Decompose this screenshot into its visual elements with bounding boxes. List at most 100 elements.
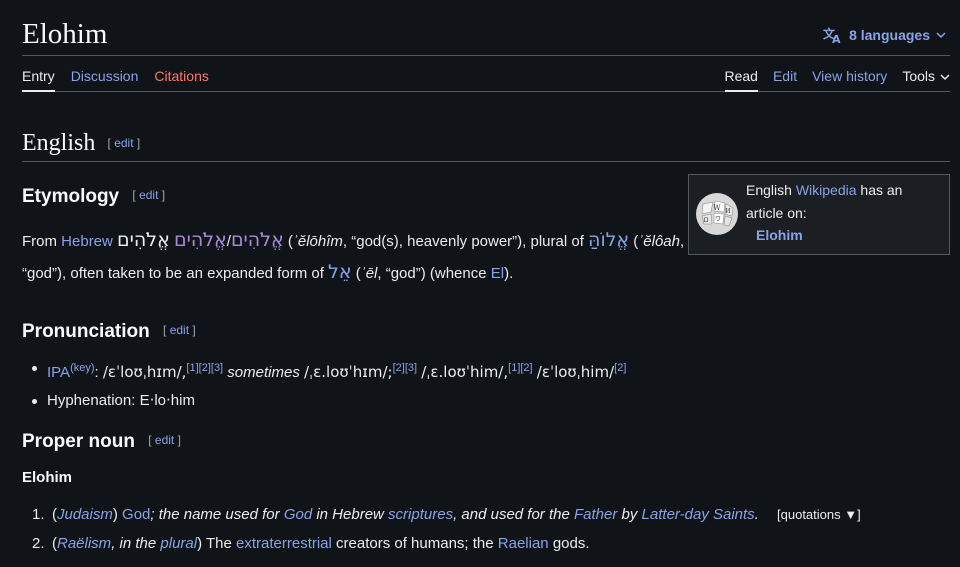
senses-list: 1. (Judaism) God; the name used for God … [32, 500, 861, 558]
etymology-line-2: “god”), often taken to be an expanded fo… [22, 261, 514, 283]
text: article on: [746, 205, 807, 221]
svg-text:A: A [832, 33, 841, 44]
hebrew-link[interactable]: Hebrew [61, 233, 113, 250]
svg-text:ワ: ワ [715, 216, 721, 223]
hyphenation: Hyphenation: E‧lo‧him [47, 392, 195, 409]
translate-icon: 文A [823, 26, 843, 44]
chevron-down-icon [940, 69, 950, 92]
label-link[interactable]: Raëlism [57, 535, 111, 552]
quotations-toggle[interactable]: [quotations ▼] [777, 507, 861, 522]
ipa-transcription: /ˌɛ.loʊˈhim/, [421, 363, 509, 381]
tab-edit[interactable]: Edit [773, 56, 797, 92]
text: From [22, 233, 62, 250]
list-item: Hyphenation: E‧lo‧him [30, 387, 626, 415]
svg-text:W: W [713, 204, 721, 212]
language-button[interactable]: 文A 8 languages [823, 26, 946, 44]
sense-item: 1. (Judaism) God; the name used for God … [32, 500, 861, 529]
definition-text: by [617, 506, 642, 523]
heading-text: Pronunciation [22, 321, 150, 342]
text: has an [856, 182, 903, 198]
text: “god”), often taken to be an expanded fo… [22, 265, 329, 282]
edit-link[interactable]: edit [114, 136, 133, 150]
transliteration: ʾĕlôah [638, 233, 680, 250]
pronunciation-heading: Pronunciation [ edit ] [22, 321, 196, 343]
el-link[interactable]: El [491, 265, 504, 282]
el-hebrew-link[interactable]: אֵל [328, 261, 352, 283]
sense-item: 2. (Raëlism, in the plural) The extrater… [32, 529, 861, 558]
definition-text: in Hebrew [312, 506, 389, 523]
tools-menu[interactable]: Tools [902, 56, 950, 92]
transliteration: ʾēl [360, 265, 378, 282]
transliteration: ʾĕlōhîm [292, 233, 343, 250]
headword: Elohim [22, 469, 73, 486]
god-link-2[interactable]: God [284, 506, 312, 523]
god-link[interactable]: God [122, 506, 150, 523]
father-link[interactable]: Father [574, 506, 617, 523]
svg-text:Ω: Ω [704, 217, 709, 224]
tab-discussion[interactable]: Discussion [71, 56, 139, 92]
sense-number: 1. [32, 506, 45, 523]
edit-section: [ edit ] [148, 433, 181, 447]
ipa-transcription: /ˌɛ.loʊˈhɪm/; [304, 363, 393, 381]
definition-text: creators of humans; the [331, 535, 498, 552]
pronunciation-list: IPA(key): /ɛˈloʊˌhɪm/,[1][2][3] sometime… [30, 354, 626, 415]
raelian-link[interactable]: Raelian [498, 535, 549, 552]
tabs-bar: Entry Discussion Citations Read Edit Vie… [22, 56, 950, 92]
wikipedia-box: W Ω ワ И English Wikipedia has an article… [688, 174, 950, 255]
page-title: Elohim [22, 18, 108, 50]
ipa-transcription: /ɛˈloʊˌhim/ [536, 363, 615, 381]
reference-link[interactable]: [2][3] [393, 362, 417, 374]
definition-text: , and used for the [453, 506, 574, 523]
text: ). [504, 265, 514, 282]
definition-text: The [202, 535, 236, 552]
wikipedia-link[interactable]: Wikipedia [796, 182, 857, 198]
heading-text: Etymology [22, 186, 120, 207]
edit-link[interactable]: edit [170, 323, 189, 337]
latter-day-saints-link[interactable]: Latter-day Saints [642, 506, 755, 523]
title-bar: Elohim 文A 8 languages [22, 14, 950, 56]
reference-link[interactable]: [2] [614, 362, 626, 374]
hebrew-word-link[interactable]: אֱלֹהִים [231, 229, 284, 251]
chevron-down-icon [936, 31, 946, 39]
text: English [746, 182, 796, 198]
etymology-line-1: From Hebrew אֱלֹהִים/אֱלֹהִים אֱלֹהִים (… [22, 229, 685, 251]
edit-section: [ edit ] [107, 136, 141, 150]
plural-link[interactable]: plural [160, 535, 197, 552]
reference-link[interactable]: [1][2][3] [186, 362, 223, 374]
section-heading-english: English [ edit ] [22, 130, 950, 162]
heading-text: Proper noun [22, 431, 135, 452]
wikipedia-article-link[interactable]: Elohim [756, 227, 803, 243]
ipa-key-link[interactable]: (key) [70, 362, 94, 374]
eloah-link[interactable]: אֱלוֹהַּ [588, 229, 629, 251]
reference-link[interactable]: [1][2] [508, 362, 532, 374]
wikipedia-globe-icon: W Ω ワ И [696, 193, 738, 235]
edit-link[interactable]: edit [139, 188, 158, 202]
tab-entry[interactable]: Entry [22, 56, 55, 92]
list-item: IPA(key): /ɛˈloʊˌhɪm/,[1][2][3] sometime… [30, 354, 626, 387]
hebrew-word: אֱלֹהִים [117, 229, 170, 251]
heading-text: English [22, 130, 96, 156]
text: , “god”) (whence [377, 265, 491, 282]
scriptures-link[interactable]: scriptures [388, 506, 453, 523]
tab-view-history[interactable]: View history [812, 56, 887, 92]
text: , “god(s), heavenly power”), plural of [342, 233, 589, 250]
proper-noun-heading: Proper noun [ edit ] [22, 431, 181, 453]
language-count: 8 languages [849, 27, 930, 43]
tab-citations[interactable]: Citations [154, 56, 208, 92]
svg-text:И: И [725, 208, 730, 215]
tab-read[interactable]: Read [724, 56, 758, 92]
definition-text: . [754, 506, 759, 523]
sense-number: 2. [32, 535, 45, 552]
ipa-link[interactable]: IPA [47, 364, 70, 381]
ipa-transcription: /ɛˈloʊˌhɪm/, [102, 363, 187, 381]
tools-label: Tools [902, 68, 935, 84]
etymology-heading: Etymology [ edit ] [22, 186, 165, 208]
wikipedia-text: English Wikipedia has an article on: [746, 179, 902, 225]
definition-text: ; the name used for [150, 506, 284, 523]
hebrew-word-link[interactable]: אֱלֹהִים [174, 229, 227, 251]
label-link[interactable]: Judaism [57, 506, 113, 523]
edit-link[interactable]: edit [155, 433, 174, 447]
extraterrestrial-link[interactable]: extraterrestrial [236, 535, 332, 552]
edit-section: [ edit ] [163, 323, 196, 337]
definition-text: gods. [548, 535, 590, 552]
